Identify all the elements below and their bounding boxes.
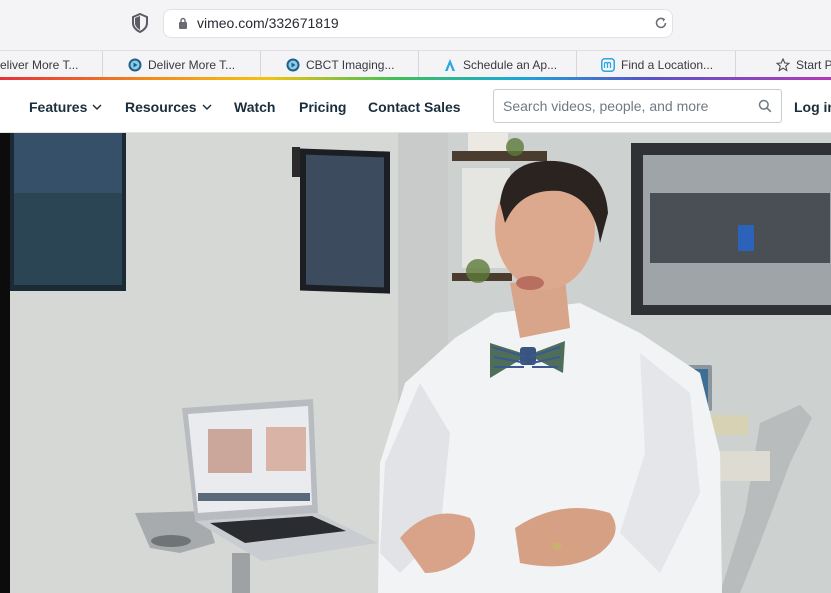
m-logo-icon [601, 57, 615, 72]
bookmarks-bar: eliver More T... Deliver More T... CBCT … [0, 50, 831, 78]
bookmark-item[interactable]: Find a Location... [601, 51, 731, 78]
play-circle-icon [286, 58, 300, 71]
bookmark-item[interactable]: Schedule an Ap... [443, 51, 575, 78]
browser-toolbar: vimeo.com/332671819 [0, 0, 831, 50]
video-frame [0, 133, 831, 593]
search-input[interactable]: Search videos, people, and more [503, 98, 708, 114]
play-circle-icon [128, 58, 142, 71]
nav-resources-label: Resources [125, 98, 197, 115]
bookmark-label: CBCT Imaging... [306, 57, 395, 72]
login-link[interactable]: Log in [794, 80, 831, 133]
nav-pricing[interactable]: Pricing [299, 80, 346, 133]
chevron-down-icon [202, 104, 212, 110]
shelf [452, 151, 547, 161]
search-box[interactable]: Search videos, people, and more [493, 89, 782, 123]
bookmark-item[interactable]: Start P [776, 51, 831, 78]
bookmark-item[interactable]: Deliver More T... [128, 51, 256, 78]
bookmark-label: eliver More T... [0, 57, 79, 72]
bookmark-item[interactable]: eliver More T... [0, 51, 100, 78]
nav-features[interactable]: Features [29, 80, 102, 133]
bookmark-divider [418, 51, 419, 78]
nav-contact-sales[interactable]: Contact Sales [368, 80, 461, 133]
chevron-down-icon [92, 104, 102, 110]
search-icon[interactable] [758, 99, 772, 113]
bookmark-divider [102, 51, 103, 78]
bookmark-divider [576, 51, 577, 78]
reload-icon[interactable] [654, 16, 668, 30]
bookmark-divider [260, 51, 261, 78]
bookmark-item[interactable]: CBCT Imaging... [286, 51, 416, 78]
tracking-shield-icon[interactable] [131, 13, 149, 33]
video-player[interactable] [0, 133, 831, 593]
bookmark-label: Schedule an Ap... [463, 57, 558, 72]
url-text[interactable]: vimeo.com/332671819 [197, 15, 339, 31]
nav-features-label: Features [29, 98, 88, 115]
lock-icon [179, 17, 187, 29]
bookmark-label: Find a Location... [621, 57, 714, 72]
bookmark-divider [735, 51, 736, 78]
nav-watch[interactable]: Watch [234, 80, 275, 133]
bookmark-label: Deliver More T... [148, 57, 236, 72]
star-icon [776, 57, 790, 72]
bookmark-label: Start P [796, 57, 831, 72]
a-logo-icon [445, 58, 455, 71]
site-header: Features Resources Watch Pricing Contact… [0, 80, 831, 133]
nav-resources[interactable]: Resources [125, 80, 212, 133]
